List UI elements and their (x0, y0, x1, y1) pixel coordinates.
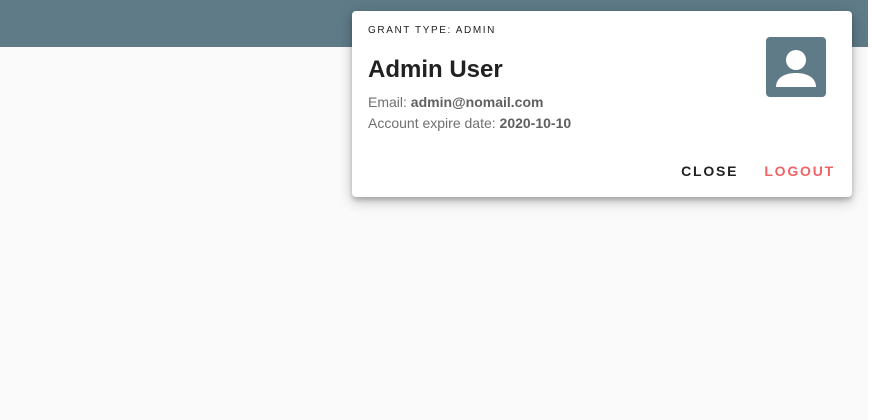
email-line: Email: admin@nomail.com (368, 93, 543, 111)
expire-date-value: 2020-10-10 (499, 115, 572, 131)
logout-button[interactable]: LOGOUT (755, 157, 844, 185)
user-name-title: Admin User (368, 56, 503, 83)
user-silhouette-icon (776, 50, 816, 87)
email-value: admin@nomail.com (410, 94, 544, 110)
user-info-card: GRANT TYPE: ADMIN Admin User Email: admi… (352, 11, 852, 197)
app-window: GRANT TYPE: ADMIN Admin User Email: admi… (0, 0, 872, 420)
account-box-icon (766, 37, 826, 97)
expire-date-label: Account expire date: (368, 115, 496, 131)
close-button[interactable]: CLOSE (672, 157, 747, 185)
scrollbar-gutter (868, 0, 872, 420)
card-actions: CLOSE LOGOUT (672, 157, 844, 185)
grant-type-label: GRANT TYPE: ADMIN (368, 25, 496, 36)
email-label: Email: (368, 94, 407, 110)
expire-date-line: Account expire date: 2020-10-10 (368, 114, 571, 132)
